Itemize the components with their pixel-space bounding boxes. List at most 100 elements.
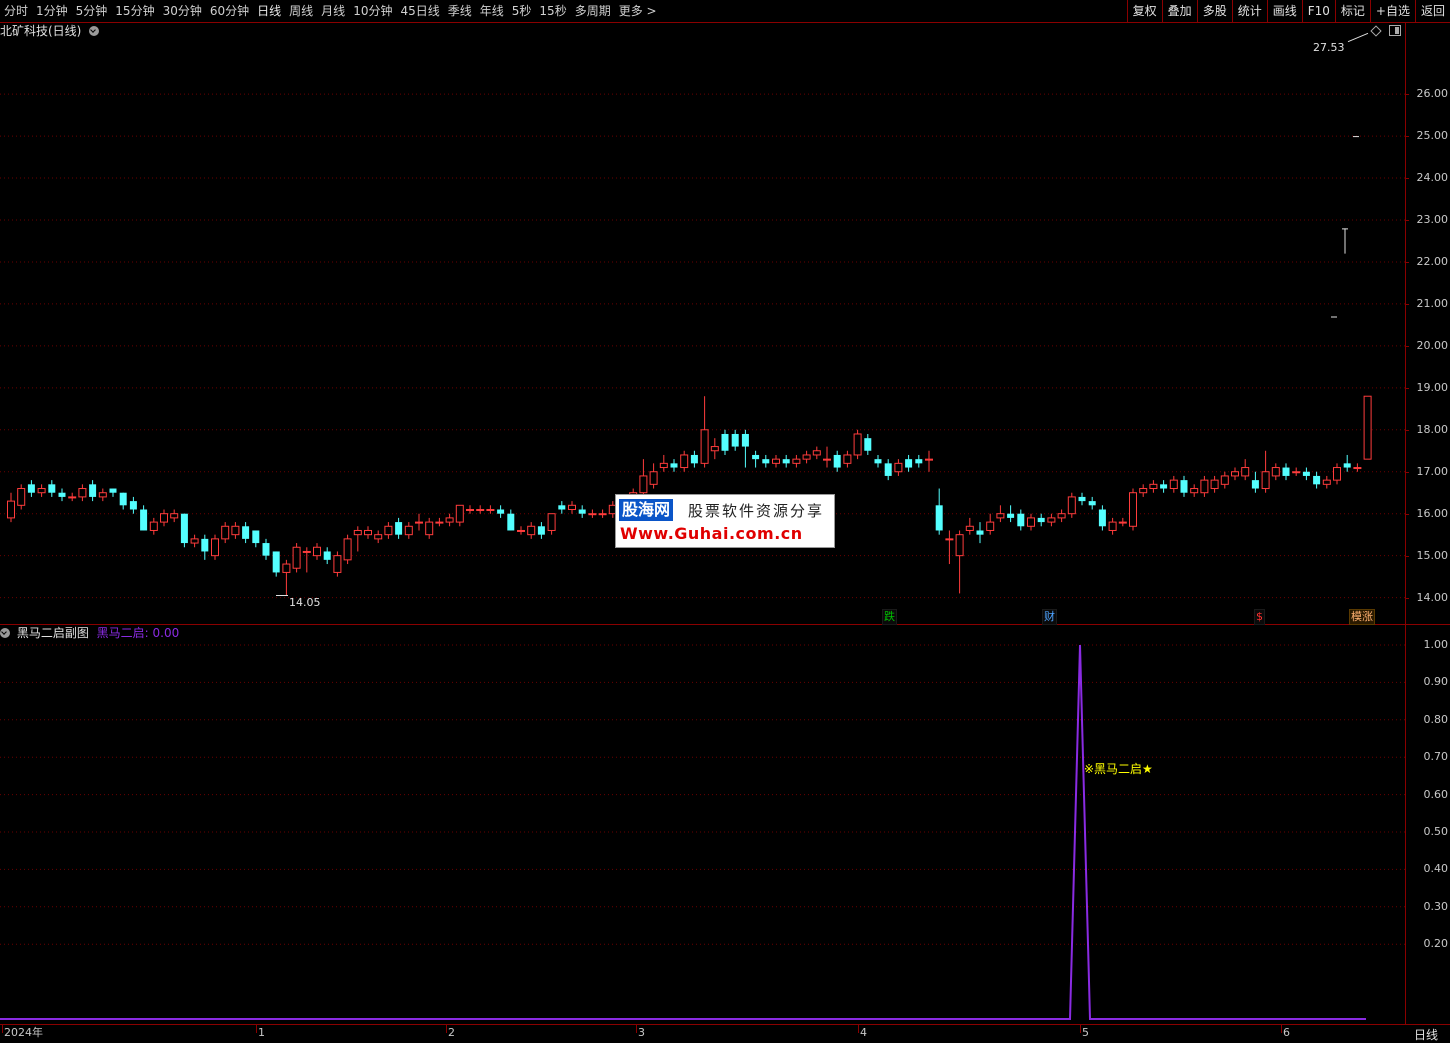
candle-body bbox=[1210, 479, 1219, 490]
candle-body bbox=[48, 484, 56, 493]
period-tab[interactable]: 30分钟 bbox=[159, 0, 206, 22]
candle-body bbox=[874, 459, 882, 464]
period-tab[interactable]: 周线 bbox=[285, 0, 317, 22]
candle-body bbox=[976, 530, 984, 535]
y-tick-mark bbox=[1405, 345, 1409, 347]
candle-body bbox=[955, 534, 964, 557]
tool-button[interactable]: 叠加 bbox=[1161, 0, 1197, 22]
candle-body bbox=[58, 492, 66, 497]
candle-body bbox=[812, 450, 821, 456]
candle-body bbox=[1027, 517, 1035, 527]
candle-body bbox=[1292, 471, 1301, 474]
candle-body bbox=[364, 529, 372, 536]
candle-body bbox=[568, 504, 576, 511]
candle-body bbox=[833, 454, 841, 468]
watermark-logo: 股海网 bbox=[619, 499, 674, 521]
y-tick-label: 0.80 bbox=[1423, 712, 1449, 726]
candle-body bbox=[282, 563, 291, 573]
period-tab[interactable]: 月线 bbox=[317, 0, 349, 22]
period-tab[interactable]: 更多 > bbox=[615, 0, 661, 22]
candle-body bbox=[435, 521, 444, 524]
candle-body bbox=[598, 513, 607, 516]
y-tick-label: 20.00 bbox=[1416, 338, 1449, 352]
candle-body bbox=[864, 438, 872, 451]
tool-button[interactable]: +自选 bbox=[1369, 0, 1415, 22]
y-tick-label: 14.00 bbox=[1416, 590, 1449, 604]
y-tick-label: 15.00 bbox=[1416, 548, 1449, 562]
y-tick-mark bbox=[1405, 261, 1409, 263]
event-marker[interactable]: 模涨 bbox=[1349, 609, 1375, 625]
candle-body bbox=[1363, 395, 1372, 460]
x-tick-label: 5 bbox=[1082, 1026, 1089, 1039]
period-tab[interactable]: 多周期 bbox=[571, 0, 615, 22]
period-tab[interactable]: 5秒 bbox=[508, 0, 536, 22]
period-tab[interactable]: 日线 bbox=[253, 0, 285, 22]
period-tab[interactable]: 季线 bbox=[444, 0, 476, 22]
event-marker[interactable]: 跌 bbox=[882, 609, 897, 625]
candle-body bbox=[823, 458, 831, 461]
candle-body bbox=[935, 505, 943, 531]
event-marker[interactable]: 财 bbox=[1042, 609, 1057, 625]
period-tab[interactable]: 年线 bbox=[476, 0, 508, 22]
candle-body bbox=[415, 521, 423, 524]
candle-body bbox=[1343, 463, 1351, 468]
candle-body bbox=[211, 538, 219, 557]
y-tick-label: 16.00 bbox=[1416, 506, 1449, 520]
candle-body bbox=[659, 462, 668, 469]
period-tabs: 分时 1分钟 5分钟 15分钟 30分钟 60分钟 日线 周线 月线 10分钟 45日线 季线 年线 5秒… bbox=[0, 0, 661, 22]
tool-button[interactable]: 复权 bbox=[1126, 0, 1162, 22]
candle-body bbox=[1251, 480, 1259, 489]
watermark-url: Www.Guhai.com.cn bbox=[620, 524, 803, 543]
candle-body bbox=[1313, 475, 1321, 485]
tool-button[interactable]: 标记 bbox=[1334, 0, 1370, 22]
candle-body bbox=[1017, 513, 1025, 527]
candle-body bbox=[78, 488, 87, 498]
candle-body bbox=[425, 521, 434, 536]
candle-body bbox=[160, 513, 168, 523]
period-tab[interactable]: 45日线 bbox=[396, 0, 443, 22]
candle-body bbox=[486, 509, 495, 511]
tool-button[interactable]: 画线 bbox=[1266, 0, 1302, 22]
tool-buttons: 复权 叠加 多股 统计 画线 F10 标记 +自选 返回 bbox=[1126, 0, 1450, 22]
candle-body bbox=[149, 521, 158, 531]
candle-body bbox=[180, 513, 188, 544]
tool-button[interactable]: 返回 bbox=[1414, 0, 1450, 22]
period-tab[interactable]: 15分钟 bbox=[111, 0, 158, 22]
y-tick-label: 0.70 bbox=[1423, 750, 1449, 764]
candle-body bbox=[1190, 488, 1199, 494]
tool-button[interactable]: 多股 bbox=[1196, 0, 1232, 22]
candle-body bbox=[466, 509, 474, 511]
candle-body bbox=[639, 475, 648, 494]
candle-body bbox=[1169, 479, 1178, 490]
candle-body bbox=[1353, 467, 1362, 470]
candle-body bbox=[905, 459, 913, 468]
period-tab[interactable]: 60分钟 bbox=[206, 0, 253, 22]
y-tick-label: 22.00 bbox=[1416, 254, 1449, 268]
period-tab[interactable]: 10分钟 bbox=[349, 0, 396, 22]
tool-button[interactable]: F10 bbox=[1301, 0, 1335, 22]
x-tick-mark bbox=[2, 1025, 3, 1033]
candle-body bbox=[1118, 521, 1127, 524]
x-tick-label: 2024年 bbox=[4, 1026, 43, 1039]
candle-body bbox=[221, 525, 230, 540]
candle-body bbox=[1160, 484, 1168, 489]
candle-body bbox=[68, 496, 77, 499]
period-label[interactable]: 日线 bbox=[1414, 1026, 1438, 1043]
candle-body bbox=[1007, 513, 1015, 518]
period-tab[interactable]: 1分钟 bbox=[32, 0, 72, 22]
candle-body bbox=[700, 429, 709, 464]
x-tick-label: 1 bbox=[258, 1026, 265, 1039]
tool-button[interactable]: 统计 bbox=[1231, 0, 1267, 22]
candle-body bbox=[547, 513, 556, 531]
x-tick-label: 4 bbox=[860, 1026, 867, 1039]
candle-body bbox=[395, 522, 403, 535]
event-marker[interactable]: $ bbox=[1254, 609, 1265, 625]
watermark-slogan: 股票软件资源分享 bbox=[688, 502, 825, 520]
period-tab[interactable]: 分时 bbox=[0, 0, 32, 22]
candle-body bbox=[537, 526, 545, 535]
candle-body bbox=[1331, 316, 1337, 318]
period-tab[interactable]: 5分钟 bbox=[72, 0, 112, 22]
period-tab[interactable]: 15秒 bbox=[535, 0, 570, 22]
x-tick-mark bbox=[858, 1025, 859, 1033]
candle-body bbox=[476, 509, 485, 511]
